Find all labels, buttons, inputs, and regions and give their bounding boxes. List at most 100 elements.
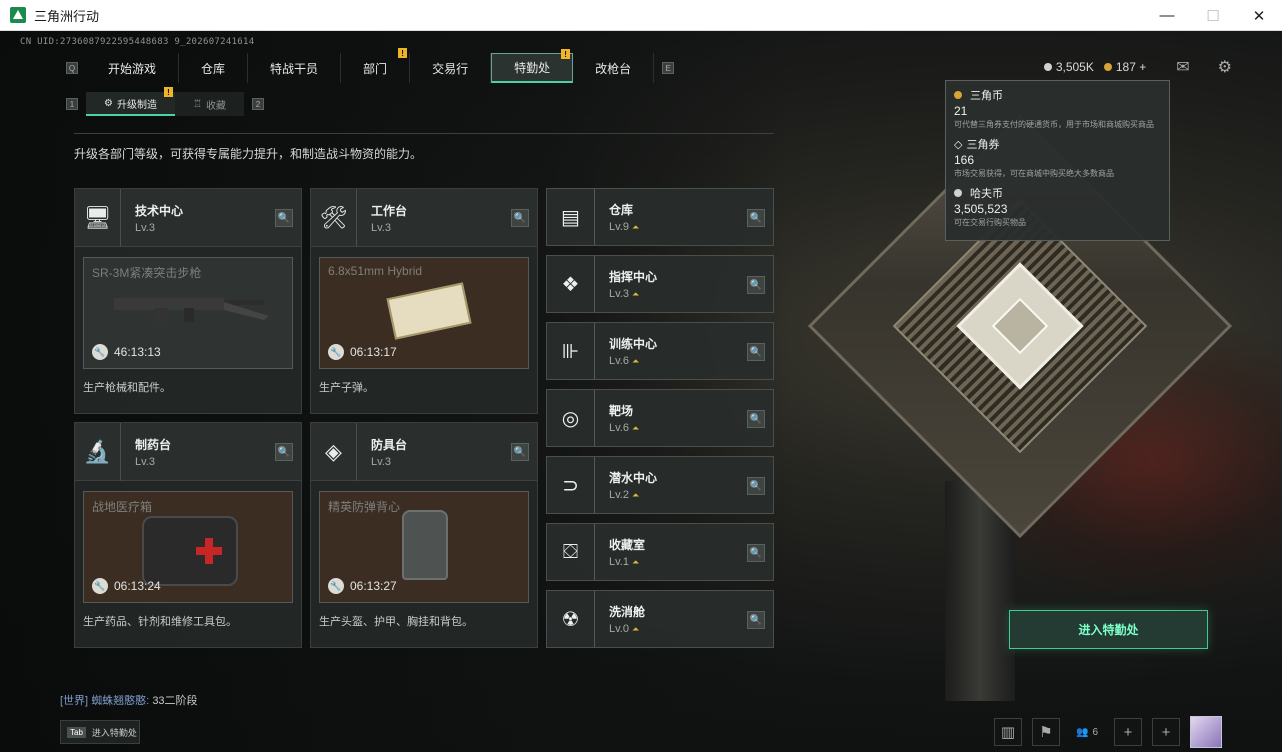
facility-training-center[interactable]: ⊪ 训练中心 Lv.6 ⏶ 🔍 xyxy=(546,322,774,380)
facility-diving-center[interactable]: ⊃ 潜水中心 Lv.2 ⏶ 🔍 xyxy=(546,456,774,514)
tab-warehouse[interactable]: 仓库 xyxy=(179,53,249,83)
upgrade-arrow-icon: ⏶ xyxy=(631,423,640,433)
tab-gunsmith[interactable]: 改枪台 xyxy=(573,53,655,83)
tab-key: Tab xyxy=(67,726,86,738)
production-slot[interactable]: 6.8x51mm Hybrid 🔧 06:13:17 xyxy=(319,257,529,369)
timer-value: 06:13:27 xyxy=(350,579,397,593)
facility-level: Lv.3 xyxy=(609,288,629,300)
facility-name: 训练中心 xyxy=(609,337,658,351)
minimize-button[interactable]: — xyxy=(1144,0,1190,31)
search-icon[interactable]: 🔍 xyxy=(511,209,529,227)
maximize-button[interactable]: ☐ xyxy=(1190,0,1236,31)
friends-icon: 👥 xyxy=(1075,726,1089,738)
upgrade-arrow-icon: ⏶ xyxy=(631,557,640,567)
currency-bar: 3,505K 187 + ✉ ⚙ xyxy=(1043,57,1232,77)
subtab-label: 升级制造 xyxy=(116,99,157,111)
close-button[interactable]: ✕ xyxy=(1236,0,1282,31)
trophy-icon: ♖ xyxy=(192,98,202,110)
world-chat-line[interactable]: [世界] 蜘蛛翘憨憨: 33二阶段 xyxy=(60,692,198,708)
nav-key-left: Q xyxy=(66,62,78,74)
search-icon[interactable]: 🔍 xyxy=(747,276,765,294)
tab-start-game[interactable]: 开始游戏 xyxy=(86,53,180,83)
tab-label: 部门 xyxy=(363,61,388,76)
card-header: ◈ 防具台 Lv.3 🔍 xyxy=(311,422,537,481)
production-timer: 🔧 06:13:27 xyxy=(328,578,397,594)
card-name: 防具台 xyxy=(371,437,408,452)
medkit-image xyxy=(142,516,238,586)
tab-special-ops[interactable]: 特勤处! xyxy=(491,49,574,83)
search-icon[interactable]: 🔍 xyxy=(511,443,529,461)
add-slot-button-2[interactable]: + xyxy=(1152,718,1180,746)
rifle-image xyxy=(114,298,269,326)
timer-value: 06:13:17 xyxy=(350,345,397,359)
user-id-text: CN UID:2736087922595448683 9_20260724161… xyxy=(20,37,255,47)
card-level: Lv.3 xyxy=(135,221,155,234)
search-icon[interactable]: 🔍 xyxy=(747,477,765,495)
tooltip-item-value: 21 xyxy=(954,104,968,118)
tooltip-item-value: 166 xyxy=(954,153,975,167)
alert-badge: ! xyxy=(398,48,408,58)
stats-chart-icon[interactable]: ▥ xyxy=(993,718,1022,746)
product-name: 精英防弹背心 xyxy=(328,500,401,514)
tab-department[interactable]: 部门! xyxy=(341,48,411,83)
add-currency-button[interactable]: + xyxy=(1139,60,1146,74)
gold-coin-icon xyxy=(954,91,962,99)
search-icon[interactable]: 🔍 xyxy=(747,209,765,227)
gold-coin-icon xyxy=(1103,63,1112,71)
tooltip-item-desc: 市场交易获得，可在商城中购买绝大多数商品 xyxy=(954,169,1114,178)
production-timer: 🔧 06:13:17 xyxy=(328,344,397,360)
divider xyxy=(74,133,774,134)
currency-delta[interactable]: 187 + xyxy=(1103,60,1146,74)
facility-warehouse[interactable]: ▤ 仓库 Lv.9 ⏶ 🔍 xyxy=(546,188,774,246)
facility-name: 收藏室 xyxy=(609,538,646,552)
facility-decon-chamber[interactable]: ☢ 洗消舱 Lv.0 ⏶ 🔍 xyxy=(546,590,774,648)
enter-special-ops-button[interactable]: 进入特勤处 xyxy=(1009,610,1208,649)
search-icon[interactable]: 🔍 xyxy=(747,544,765,562)
tooltip-item-value: 3,505,523 xyxy=(954,202,1008,216)
tab-hint[interactable]: Tab 进入特勤处 xyxy=(60,720,140,744)
mail-icon[interactable]: ✉ xyxy=(1176,57,1189,77)
workstation-card-pharmacy[interactable]: 🔬 制药台 Lv.3 🔍 战地医疗箱 🔧 06:13:24 生产药品、针剂和维修工具… xyxy=(74,422,302,648)
production-slot[interactable]: SR-3M紧凑突击步枪 🔧 46:13:13 xyxy=(83,257,293,369)
search-icon[interactable]: 🔍 xyxy=(747,611,765,629)
production-slot[interactable]: 精英防弹背心 🔧 06:13:27 xyxy=(319,491,529,603)
tab-trading[interactable]: 交易行 xyxy=(410,53,492,83)
facility-shooting-range[interactable]: ◎ 靶场 Lv.6 ⏶ 🔍 xyxy=(546,389,774,447)
target-icon: ◎ xyxy=(547,390,595,446)
tooltip-item-desc: 可代替三角券支付的硬通货币，用于市场和商城购买商品 xyxy=(954,120,1154,129)
workstation-card-workbench[interactable]: 🛠 工作台 Lv.3 🔍 6.8x51mm Hybrid 🔧 06:13:17 生产… xyxy=(310,188,538,414)
facility-collection-room[interactable]: ⛋ 收藏室 Lv.1 ⏶ 🔍 xyxy=(546,523,774,581)
chat-channel: [世界] xyxy=(60,695,89,707)
flag-icon[interactable]: ⚑ xyxy=(1031,718,1060,746)
search-icon[interactable]: 🔍 xyxy=(747,343,765,361)
card-name: 技术中心 xyxy=(135,203,184,218)
card-level: Lv.3 xyxy=(135,455,155,468)
friends-button[interactable]: 👥 6 xyxy=(1070,727,1104,738)
subtab-upgrade[interactable]: ⚙ 升级制造! xyxy=(86,87,175,116)
subtab-collection[interactable]: ♖ 收藏 xyxy=(174,92,244,116)
workstation-card-armor[interactable]: ◈ 防具台 Lv.3 🔍 精英防弹背心 🔧 06:13:27 生产头盔、护甲、胸挂和… xyxy=(310,422,538,648)
upgrade-arrow-icon: ⏶ xyxy=(631,490,640,500)
workstation-card-tech-center[interactable]: 🖥 技术中心 Lv.3 🔍 SR-3M紧凑突击步枪 🔧 46:13:13 生产枪械和… xyxy=(74,188,302,414)
card-footer: 生产枪械和配件。 xyxy=(83,382,171,394)
facility-name: 潜水中心 xyxy=(609,471,658,485)
product-name: SR-3M紧凑突击步枪 xyxy=(92,266,202,280)
production-slot[interactable]: 战地医疗箱 🔧 06:13:24 xyxy=(83,491,293,603)
search-icon[interactable]: 🔍 xyxy=(275,443,293,461)
settings-gear-icon[interactable]: ⚙ xyxy=(1218,57,1232,77)
avatar[interactable] xyxy=(1190,716,1222,748)
add-slot-button-1[interactable]: + xyxy=(1114,718,1142,746)
card-name: 工作台 xyxy=(371,203,408,218)
search-icon[interactable]: 🔍 xyxy=(275,209,293,227)
tab-operators[interactable]: 特战干员 xyxy=(248,53,342,83)
ammo-box-image xyxy=(386,282,472,340)
search-icon[interactable]: 🔍 xyxy=(747,410,765,428)
currency-havoc[interactable]: 3,505K xyxy=(1043,60,1094,74)
silver-coin-icon xyxy=(1043,63,1052,71)
card-footer: 生产头盔、护甲、胸挂和背包。 xyxy=(319,616,473,628)
chat-user: 蜘蛛翘憨憨: xyxy=(91,695,150,707)
facility-command-center[interactable]: ❖ 指挥中心 Lv.3 ⏶ 🔍 xyxy=(546,255,774,313)
tooltip-item-desc: 可在交易行购买物品 xyxy=(954,218,1026,227)
facility-name: 洗消舱 xyxy=(609,605,646,619)
tooltip-item-name: 哈夫币 xyxy=(970,188,1003,200)
